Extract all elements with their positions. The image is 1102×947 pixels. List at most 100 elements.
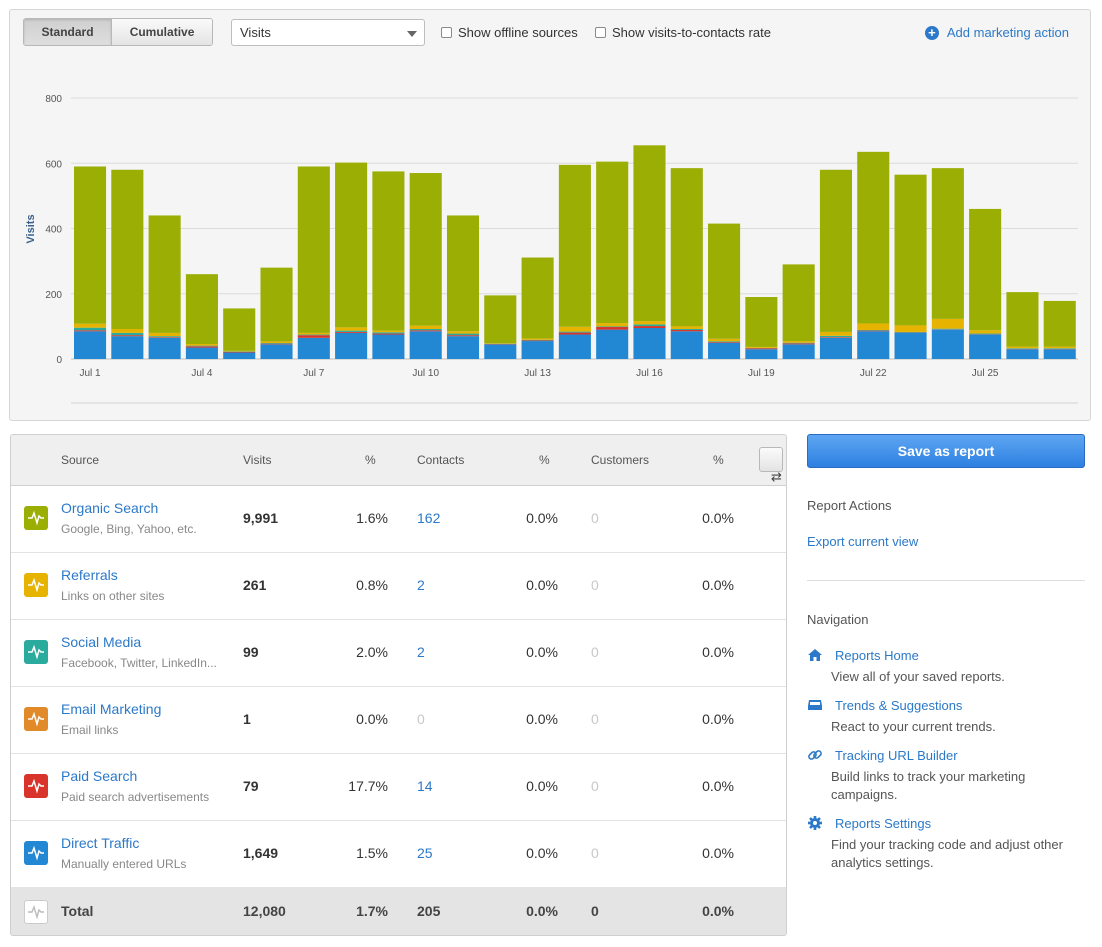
- bar-segment: [297, 335, 330, 338]
- save-as-report-button[interactable]: Save as report: [807, 434, 1085, 468]
- header-source[interactable]: Source: [61, 453, 99, 467]
- contacts-link[interactable]: 25: [417, 845, 433, 861]
- bar-segment: [857, 151, 890, 324]
- bar-segment: [708, 223, 741, 339]
- checkbox-box[interactable]: [441, 27, 452, 38]
- bar-segment: [372, 330, 405, 333]
- checkbox-box[interactable]: [595, 27, 606, 38]
- bar-segment: [782, 344, 815, 359]
- y-tick-label: 800: [45, 94, 62, 105]
- bar-segment: [1043, 349, 1076, 359]
- bar-segment: [819, 335, 853, 338]
- visits-pct-value: 2.0%: [356, 644, 388, 660]
- bar-segment: [633, 328, 666, 359]
- bar-segment: [335, 327, 368, 331]
- bar-segment: [1043, 348, 1076, 349]
- contacts-link[interactable]: 2: [417, 644, 425, 660]
- nav-tracking-url-builder-desc: Build links to track your marketing camp…: [831, 769, 1026, 802]
- bar-segment: [1043, 300, 1076, 347]
- mode-cumulative-button[interactable]: Cumulative: [112, 19, 212, 45]
- total-label: Total: [61, 903, 94, 919]
- plus-circle-icon: +: [924, 25, 939, 40]
- show-rate-checkbox[interactable]: Show visits-to-contacts rate: [595, 25, 771, 40]
- view-mode-toggle: Standard Cumulative: [23, 18, 213, 46]
- header-visits-pct[interactable]: %: [365, 453, 376, 467]
- bar-segment: [335, 162, 368, 328]
- swap-columns-button[interactable]: ⇄: [759, 447, 783, 484]
- pulse-icon: [24, 900, 48, 924]
- export-current-view-link[interactable]: Export current view: [807, 534, 918, 549]
- x-tick-label: Jul 7: [303, 368, 325, 379]
- source-name-link[interactable]: Organic Search: [61, 500, 158, 516]
- contacts-pct-value: 0.0%: [526, 711, 558, 727]
- contacts-link[interactable]: 2: [417, 577, 425, 593]
- contacts-link[interactable]: 14: [417, 778, 433, 794]
- bar-segment: [894, 331, 927, 333]
- bar-segment: [596, 323, 629, 327]
- source-name-link[interactable]: Social Media: [61, 634, 141, 650]
- bar-segment: [596, 326, 629, 328]
- bar-segment: [74, 330, 107, 332]
- bar-segment: [558, 331, 591, 333]
- bar-segment: [633, 321, 666, 325]
- bar-segment: [297, 166, 330, 333]
- bar-segment: [633, 326, 666, 329]
- add-marketing-action-link[interactable]: + Add marketing action: [924, 25, 1069, 40]
- bar-segment: [782, 343, 815, 345]
- x-tick-label: Jul 13: [524, 368, 551, 379]
- total-contacts: 205: [417, 903, 441, 919]
- contacts-link[interactable]: 0: [417, 711, 425, 727]
- bar-segment: [596, 329, 629, 359]
- customers-pct-value: 0.0%: [702, 711, 734, 727]
- gear-icon: [808, 816, 822, 830]
- header-contacts[interactable]: Contacts: [417, 453, 464, 467]
- x-tick-label: Jul 1: [79, 368, 101, 379]
- source-name-link[interactable]: Email Marketing: [61, 701, 161, 717]
- bar-segment: [335, 332, 368, 359]
- bar-segment: [633, 145, 666, 322]
- bar-segment: [745, 346, 778, 348]
- bar-segment: [969, 333, 1002, 335]
- x-tick-label: Jul 22: [860, 368, 887, 379]
- nav-trends-link[interactable]: Trends & Suggestions: [835, 698, 962, 713]
- header-visits[interactable]: Visits: [243, 453, 271, 467]
- source-name-link[interactable]: Paid Search: [61, 768, 137, 784]
- source-name-link[interactable]: Direct Traffic: [61, 835, 139, 851]
- x-tick-label: Jul 10: [412, 368, 439, 379]
- nav-reports-home-link[interactable]: Reports Home: [835, 648, 919, 663]
- bar-segment: [74, 331, 107, 359]
- source-name-link[interactable]: Referrals: [61, 567, 118, 583]
- bar-segment: [297, 332, 330, 335]
- bar-segment: [857, 323, 890, 330]
- header-customers-pct[interactable]: %: [713, 453, 724, 467]
- metric-select[interactable]: Visits: [231, 19, 425, 46]
- bar-segment: [931, 328, 964, 330]
- contacts-link[interactable]: 162: [417, 510, 440, 526]
- table-row: Paid Search Paid search advertisements 79 1…: [11, 754, 786, 821]
- bar-segment: [1006, 349, 1039, 359]
- mode-standard-button[interactable]: Standard: [24, 19, 113, 45]
- bar-segment: [372, 171, 405, 331]
- navigation-heading: Navigation: [807, 612, 869, 627]
- bar-segment: [111, 328, 144, 333]
- bar-segment: [185, 343, 218, 346]
- bar-segment: [521, 338, 554, 340]
- bar-segment: [446, 331, 480, 334]
- bar-segment: [297, 334, 330, 336]
- customers-value: 0: [591, 644, 599, 660]
- source-description: Email links: [61, 723, 119, 737]
- bar-segment: [185, 274, 218, 344]
- bar-segment: [409, 328, 442, 331]
- total-customers: 0: [591, 903, 599, 919]
- header-contacts-pct[interactable]: %: [539, 453, 550, 467]
- bar-segment: [931, 318, 964, 329]
- header-customers[interactable]: Customers: [591, 453, 649, 467]
- customers-pct-value: 0.0%: [702, 778, 734, 794]
- show-offline-checkbox[interactable]: Show offline sources: [441, 25, 578, 40]
- nav-tracking-url-builder-link[interactable]: Tracking URL Builder: [835, 748, 958, 763]
- bar-segment: [223, 351, 256, 353]
- total-visits-pct: 1.7%: [356, 903, 388, 919]
- nav-reports-settings-link[interactable]: Reports Settings: [835, 816, 931, 831]
- bar-segment: [521, 340, 554, 342]
- bar-segment: [409, 325, 442, 329]
